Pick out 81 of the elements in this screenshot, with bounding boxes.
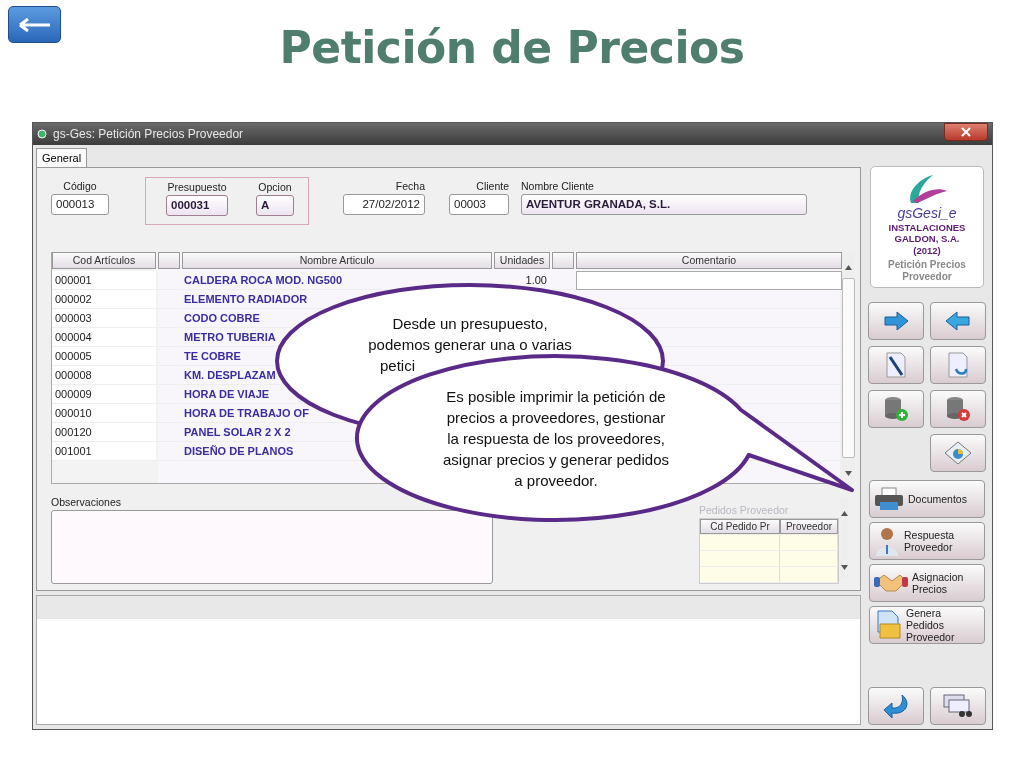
back-button[interactable]: [8, 6, 61, 43]
company-name: INSTALACIONES GALDON, S.A.: [887, 222, 967, 244]
table-cell: HORA DE TRABAJO OF: [184, 407, 309, 419]
text-area[interactable]: [51, 510, 493, 584]
column-header[interactable]: Comentario: [576, 252, 842, 269]
close-icon: [961, 127, 971, 137]
table-cell: 000008: [52, 366, 156, 385]
table-cell: ELEMENTO RADIADOR: [184, 293, 308, 305]
arrow-left-icon: [17, 16, 52, 33]
column-header[interactable]: Cd Pedido Pr: [700, 519, 780, 534]
comment-input[interactable]: [576, 271, 842, 290]
input-field[interactable]: 27/02/2012: [343, 194, 425, 215]
action-button[interactable]: Documentos: [869, 480, 985, 518]
table-cell: 000001: [52, 271, 156, 290]
table-cell: METRO TUBERIA: [184, 331, 276, 343]
document-undo-icon: [946, 351, 970, 379]
column-header[interactable]: Cod Artículos: [52, 252, 156, 269]
toolbar-button[interactable]: [930, 390, 986, 428]
toolbar-button[interactable]: [868, 346, 924, 384]
logo-caption: Petición Precios Proveedor: [887, 259, 967, 283]
field-label: Pedidos Proveedor: [699, 504, 790, 516]
database-add-icon: [883, 395, 909, 423]
close-button[interactable]: [944, 123, 988, 141]
field-label: Código: [63, 180, 97, 192]
field-label: Fecha: [395, 180, 425, 192]
window-title: gs-Ges: Petición Precios Proveedor: [53, 127, 245, 141]
table-cell: 000005: [52, 347, 156, 366]
table-cell: CALDERA ROCA MOD. NG500: [184, 274, 343, 286]
arrow-right-icon: [883, 311, 909, 331]
column-header[interactable]: Nombre Articulo: [182, 252, 492, 269]
arrow-left-icon: [945, 311, 971, 331]
toolbar-button[interactable]: [868, 390, 924, 428]
field-label: Opcion: [258, 181, 292, 193]
person-icon: [874, 526, 900, 556]
column-header[interactable]: Unidades: [494, 252, 550, 269]
field-label: Observaciones: [51, 496, 123, 508]
column-header[interactable]: [552, 252, 574, 269]
table-cell: CODO COBRE: [184, 312, 260, 324]
app-icon: [37, 129, 47, 139]
chart-document-icon: [943, 440, 973, 466]
field-label: Nombre Cliente: [521, 180, 594, 192]
input-field[interactable]: 00003: [449, 194, 509, 215]
folder-document-icon: [874, 610, 902, 640]
scroll-thumb[interactable]: [842, 278, 855, 458]
return-arrow-icon: [882, 693, 910, 719]
field-label: Presupuesto: [167, 181, 227, 193]
callout-text: Desde un presupuesto, podemos generar una o varias petici: [367, 314, 573, 376]
column-header[interactable]: [158, 252, 180, 269]
column-header[interactable]: Proveedor: [780, 519, 838, 534]
action-button[interactable]: Respuesta Proveedor: [869, 522, 985, 560]
table-cell: HORA DE VIAJE: [184, 388, 270, 400]
input-field[interactable]: A: [256, 195, 294, 216]
action-button[interactable]: Asignacion Precios: [869, 564, 985, 602]
input-field[interactable]: 000031: [166, 195, 228, 216]
table-cell: 001001: [52, 442, 156, 461]
table-cell: 000003: [52, 309, 156, 328]
database-delete-icon: [945, 395, 971, 423]
table-cell: 000009: [52, 385, 156, 404]
table-cell: TE COBRE: [184, 350, 241, 362]
pen-document-icon: [884, 351, 908, 379]
table-cell: 000010: [52, 404, 156, 423]
table-cell: KM. DESPLAZAM: [184, 369, 276, 381]
binoculars-window-icon: [943, 694, 973, 718]
toolbar-button[interactable]: [868, 687, 924, 725]
tab[interactable]: General: [36, 148, 88, 167]
company-year: (2012): [913, 245, 941, 256]
toolbar-button[interactable]: [868, 302, 924, 340]
logo-name: gsGesi_e: [897, 205, 957, 221]
input-field[interactable]: AVENTUR GRANADA, S.L.: [521, 194, 807, 215]
table-cell: DISEÑO DE PLANOS: [184, 445, 294, 457]
callout-text: Es posible imprimir la petición de precios a proveedores, gestionar la respuesta de los proveedores, asignar precios y generar pedidos a proveedor.: [442, 387, 670, 491]
input-field[interactable]: 000013: [51, 194, 109, 215]
action-button[interactable]: Genera Pedidos Proveedor: [869, 606, 985, 644]
toolbar-button[interactable]: [930, 687, 986, 725]
table-cell: 000120: [52, 423, 156, 442]
table-cell: 000004: [52, 328, 156, 347]
slide-title: Petición de Precios: [279, 22, 745, 75]
table-cell: PANEL SOLAR 2 X 2: [184, 426, 291, 438]
table-cell: 000002: [52, 290, 156, 309]
field-label: Cliente: [476, 180, 509, 192]
printer-icon: [874, 487, 904, 511]
